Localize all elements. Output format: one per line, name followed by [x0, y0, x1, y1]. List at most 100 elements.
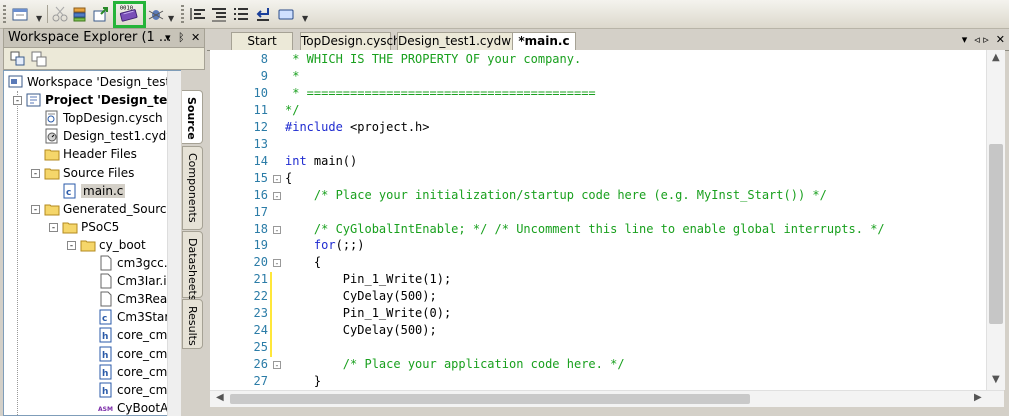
- code-line: #include <project.h>: [285, 119, 430, 134]
- cut-icon[interactable]: [50, 4, 70, 24]
- collapse-toggle-icon[interactable]: -: [67, 240, 76, 250]
- tree-item[interactable]: Project 'Design_test: [26, 91, 180, 109]
- line-number: 18: [253, 221, 268, 236]
- tree-item[interactable]: h core_cm3: [98, 326, 175, 344]
- stack-icon[interactable]: [70, 4, 90, 24]
- collapse-toggle-icon[interactable]: -: [31, 204, 40, 214]
- toolbar-grip[interactable]: [3, 5, 6, 23]
- tab-list-button[interactable]: ▾: [962, 33, 968, 46]
- tab-results[interactable]: Results: [182, 299, 203, 349]
- line-number: 16: [253, 187, 268, 202]
- workspace-icon: [8, 74, 24, 90]
- tree-item[interactable]: TopDesign.cysch: [44, 109, 163, 127]
- code-line: int main(): [285, 153, 358, 168]
- tree-item[interactable]: PSoC5: [62, 218, 119, 236]
- scroll-right-icon[interactable]: ▹: [983, 33, 989, 46]
- code-line: Pin_1_Write(0);: [285, 306, 452, 321]
- align-left-icon[interactable]: [188, 4, 208, 24]
- tab-datasheets[interactable]: Datasheets: [182, 231, 203, 301]
- build-chip-icon[interactable]: 0010: [119, 3, 139, 23]
- tree-item[interactable]: h core_cm3: [98, 345, 175, 363]
- editor-horizontal-scrollbar[interactable]: ◀ ▶: [210, 390, 1004, 407]
- tree-item[interactable]: h core_cmF: [98, 363, 174, 381]
- tab-start-page[interactable]: Start Page: [231, 32, 293, 62]
- chevron-down-icon[interactable]: ▼: [168, 14, 174, 23]
- fold-toggle-icon[interactable]: -: [273, 191, 281, 200]
- align-indent-icon[interactable]: [209, 4, 229, 24]
- tab-design-cydwr[interactable]: Design_test1.cydwr: [397, 32, 516, 50]
- tree-item-label: cy_boot: [99, 237, 146, 252]
- tree-item[interactable]: Workspace 'Design_test1' (1: [8, 73, 181, 91]
- tab-source[interactable]: Source: [182, 90, 203, 144]
- code-line: Pin_1_Write(1);: [285, 272, 452, 287]
- schematic-file-icon: [44, 110, 60, 126]
- h-file-icon: h: [98, 364, 114, 380]
- tree-item[interactable]: Source Files: [44, 164, 134, 182]
- code-line: */: [285, 102, 300, 117]
- tree-item[interactable]: c Cm3Start: [98, 308, 174, 326]
- tree-item[interactable]: h core_cmI: [98, 381, 171, 399]
- tree-scrollbar[interactable]: [167, 71, 181, 416]
- tree-item[interactable]: Design_test1.cydwr: [44, 127, 180, 145]
- changed-line-marker: [270, 306, 272, 324]
- svg-text:c: c: [66, 188, 71, 198]
- close-panel-button[interactable]: ✕: [191, 31, 200, 44]
- tree-item[interactable]: Cm3Iar.ic: [98, 272, 173, 290]
- tree-item[interactable]: ASM CyBootA: [98, 399, 168, 415]
- collapse-toggle-icon[interactable]: -: [13, 96, 22, 106]
- fold-toggle-icon[interactable]: -: [273, 225, 281, 234]
- chevron-down-icon[interactable]: ▼: [302, 14, 308, 23]
- duplicate-icon[interactable]: [29, 49, 49, 69]
- scroll-left-icon[interactable]: ◃: [974, 33, 980, 46]
- export-icon[interactable]: [91, 4, 111, 24]
- tree-item-label: Workspace 'Design_test1' (1: [27, 75, 181, 89]
- tab-components[interactable]: Components: [182, 146, 203, 230]
- tree-item-label: TopDesign.cysch: [63, 111, 163, 126]
- vertical-scroll-thumb[interactable]: [989, 144, 1003, 324]
- close-tab-button[interactable]: ✕: [996, 33, 1005, 46]
- horizontal-scroll-thumb[interactable]: [230, 394, 750, 404]
- tree-item[interactable]: cy_boot: [80, 236, 146, 254]
- scroll-up-icon[interactable]: ▲: [992, 52, 1000, 63]
- code-line: {: [285, 255, 322, 270]
- scroll-left-icon[interactable]: ◀: [216, 392, 224, 403]
- tab-main-c[interactable]: *main.c: [512, 32, 576, 51]
- tree-item[interactable]: Generated_Source: [44, 200, 174, 218]
- tree-item[interactable]: Header Files: [44, 145, 137, 163]
- changed-line-marker: [270, 323, 272, 341]
- collapse-toggle-icon[interactable]: -: [31, 168, 40, 178]
- debug-icon[interactable]: [146, 4, 166, 24]
- line-number: 25: [253, 340, 268, 355]
- collapse-icon[interactable]: [8, 49, 28, 69]
- toolbar-grip[interactable]: [181, 5, 184, 23]
- tree-item[interactable]: c main.c: [62, 182, 126, 200]
- rectangle-icon[interactable]: [276, 4, 296, 24]
- svg-text:h: h: [102, 332, 108, 342]
- chevron-down-icon[interactable]: ▼: [36, 14, 42, 23]
- h-file-icon: h: [98, 346, 114, 362]
- return-icon[interactable]: [253, 4, 273, 24]
- scroll-down-icon[interactable]: ▼: [992, 374, 1000, 385]
- scroll-right-icon[interactable]: ▶: [974, 392, 982, 403]
- fold-toggle-icon[interactable]: -: [273, 259, 281, 268]
- fold-toggle-icon[interactable]: -: [273, 361, 281, 370]
- asm-file-icon: ASM: [98, 400, 114, 415]
- tree-item-label: Cm3Real: [117, 292, 171, 307]
- workspace-tree: Workspace 'Design_test1' (1- Project 'Des…: [3, 70, 181, 416]
- tree-item[interactable]: Cm3Real: [98, 290, 171, 308]
- schematic-icon[interactable]: [10, 4, 30, 24]
- tab-topdesign[interactable]: TopDesign.cysch: [300, 32, 401, 50]
- pin-icon[interactable]: ᛒ: [178, 31, 185, 44]
- folder-icon: [44, 165, 60, 181]
- fold-toggle-icon[interactable]: -: [273, 174, 281, 183]
- editor-vertical-scrollbar[interactable]: ▲ ▼: [986, 50, 1005, 390]
- line-number: 14: [253, 153, 268, 168]
- workspace-toolbar: [3, 48, 205, 70]
- line-number: 12: [253, 119, 268, 134]
- panel-menu-button[interactable]: ▾: [165, 31, 171, 44]
- dwr-file-icon: [44, 128, 60, 144]
- collapse-toggle-icon[interactable]: -: [49, 222, 58, 232]
- line-number: 13: [253, 136, 268, 151]
- list-icon[interactable]: [231, 4, 251, 24]
- code-editor[interactable]: 8 9 10 11 12 13 14 15 16 17 18 19 20 21 22 23 24 25 26 27 *…: [210, 50, 986, 390]
